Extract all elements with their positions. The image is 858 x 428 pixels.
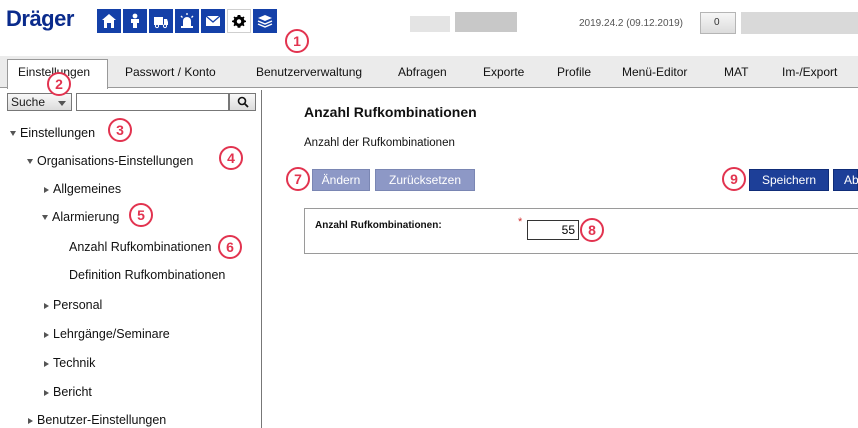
annotation-badge-4: 4 [219, 146, 243, 170]
tree-item-technik[interactable]: Technik [44, 356, 95, 370]
menu-abfragen[interactable]: Abfragen [398, 65, 447, 79]
mail-counter[interactable]: 0 [700, 12, 736, 34]
menu-mat[interactable]: MAT [724, 65, 748, 79]
save-button[interactable]: Speichern [749, 169, 829, 191]
page-subtitle: Anzahl der Rufkombinationen [304, 137, 455, 149]
collapsed-triangle-icon [44, 360, 49, 367]
tree-item-definition-rufkombinationen[interactable]: Definition Rufkombinationen [69, 268, 225, 282]
tree-item-bericht[interactable]: Bericht [44, 385, 92, 399]
reset-button[interactable]: Zurücksetzen [375, 169, 475, 191]
version-label: 2019.24.2 (09.12.2019) [579, 18, 683, 29]
expanded-triangle-icon [42, 215, 48, 221]
annotation-badge-9: 9 [722, 167, 746, 191]
top-bar: Dräger 2019.24.2 (09.12.2019) 0 [0, 0, 858, 52]
collapsed-triangle-icon [44, 331, 49, 338]
tree-item-lehrgaenge-seminare[interactable]: Lehrgänge/Seminare [44, 327, 170, 341]
vehicle-icon[interactable] [149, 9, 173, 33]
search-mode-select[interactable]: Suche [7, 93, 72, 111]
menu-passwort-konto[interactable]: Passwort / Konto [125, 65, 216, 79]
annotation-badge-7: 7 [286, 167, 310, 191]
main-menu: Einstellungen Passwort / Konto Benutzerv… [0, 56, 858, 89]
navigation-panel [2, 90, 262, 428]
mail-icon[interactable] [201, 9, 225, 33]
person-icon[interactable] [123, 9, 147, 33]
menu-im-export[interactable]: Im-/Export [782, 65, 837, 79]
annotation-badge-6: 6 [218, 235, 242, 259]
search-input[interactable] [76, 93, 229, 111]
collapsed-triangle-icon [44, 389, 49, 396]
redacted-area [455, 12, 517, 32]
change-button[interactable]: Ändern [312, 169, 370, 191]
form-label-anzahl: Anzahl Rufkombinationen: [315, 220, 442, 231]
annotation-badge-2: 2 [47, 72, 71, 96]
expanded-triangle-icon [27, 159, 33, 165]
page-title: Anzahl Rufkombinationen [304, 104, 477, 120]
tree-item-organisations-einstellungen[interactable]: Organisations-Einstellungen [27, 154, 193, 168]
menu-profile[interactable]: Profile [557, 65, 591, 79]
redacted-area [410, 16, 450, 32]
tree-item-einstellungen[interactable]: Einstellungen [10, 126, 95, 140]
cancel-button[interactable]: Ab [833, 169, 858, 191]
tree-item-allgemeines[interactable]: Allgemeines [44, 182, 121, 196]
tree-item-anzahl-rufkombinationen[interactable]: Anzahl Rufkombinationen [69, 240, 211, 254]
annotation-badge-3: 3 [108, 118, 132, 142]
collapsed-triangle-icon [44, 302, 49, 309]
annotation-badge-5: 5 [129, 203, 153, 227]
search-icon [237, 96, 249, 108]
menu-exporte[interactable]: Exporte [483, 65, 524, 79]
alarm-light-icon[interactable] [175, 9, 199, 33]
menu-benutzerverwaltung[interactable]: Benutzerverwaltung [256, 65, 362, 79]
search-mode-value: Suche [11, 95, 46, 109]
layers-icon[interactable] [253, 9, 277, 33]
required-marker: * [518, 216, 523, 228]
tree-item-benutzer-einstellungen[interactable]: Benutzer-Einstellungen [28, 413, 166, 427]
tree-item-personal[interactable]: Personal [44, 298, 102, 312]
menu-menue-editor[interactable]: Menü-Editor [622, 65, 687, 79]
search-button[interactable] [229, 93, 256, 111]
brand-logo: Dräger [6, 6, 74, 31]
chevron-down-icon [58, 101, 66, 106]
module-toolbar [97, 9, 277, 33]
tree-item-alarmierung[interactable]: Alarmierung [42, 210, 119, 224]
annotation-badge-8: 8 [580, 218, 604, 242]
annotation-badge-1: 1 [285, 29, 309, 53]
collapsed-triangle-icon [44, 186, 49, 193]
redacted-user [741, 12, 858, 34]
expanded-triangle-icon [10, 131, 16, 137]
home-icon[interactable] [97, 9, 121, 33]
collapsed-triangle-icon [28, 417, 33, 424]
settings-gear-icon[interactable] [227, 9, 251, 33]
mail-count: 0 [714, 17, 720, 28]
anzahl-rufkombinationen-input[interactable] [527, 220, 579, 240]
